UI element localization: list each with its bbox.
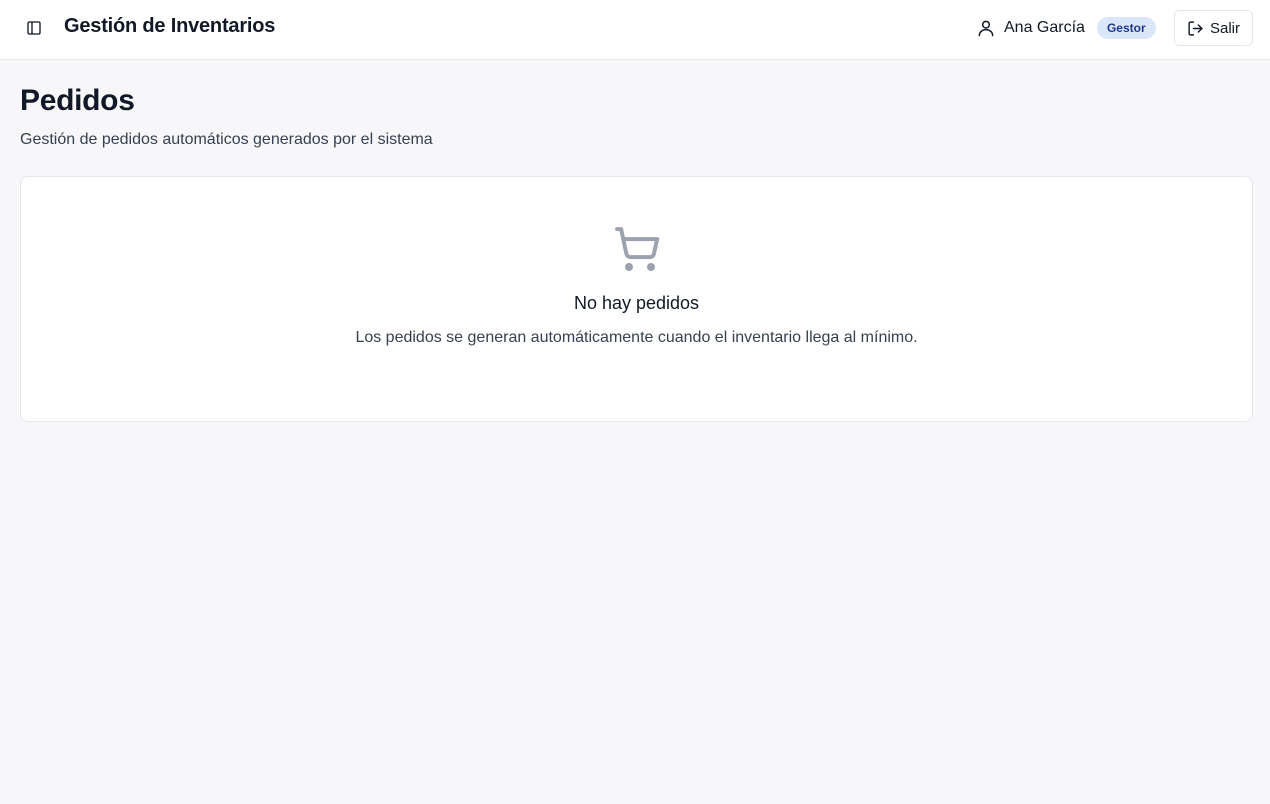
logout-button[interactable]: Salir <box>1174 10 1253 46</box>
orders-card: No hay pedidos Los pedidos se generan au… <box>20 176 1253 422</box>
user-info: Ana García Gestor <box>976 16 1156 40</box>
page-title: Pedidos <box>20 84 135 117</box>
user-icon <box>976 18 996 38</box>
shopping-cart-icon <box>613 225 661 273</box>
sidebar-toggle-button[interactable] <box>22 16 46 40</box>
role-badge: Gestor <box>1096 17 1156 39</box>
logout-icon <box>1188 20 1203 36</box>
user-name: Ana García <box>1004 19 1085 36</box>
empty-state-title: No hay pedidos <box>573 293 700 313</box>
page-subtitle: Gestión de pedidos automáticos generados… <box>20 131 433 148</box>
app-title: Gestión de Inventarios <box>64 15 276 37</box>
empty-state-description: Los pedidos se generan automáticamente c… <box>355 329 918 346</box>
top-bar: Gestión de Inventarios Ana García Gestor… <box>0 0 1270 60</box>
sidebar-toggle-icon <box>27 21 41 35</box>
logout-label: Salir <box>1209 19 1240 37</box>
